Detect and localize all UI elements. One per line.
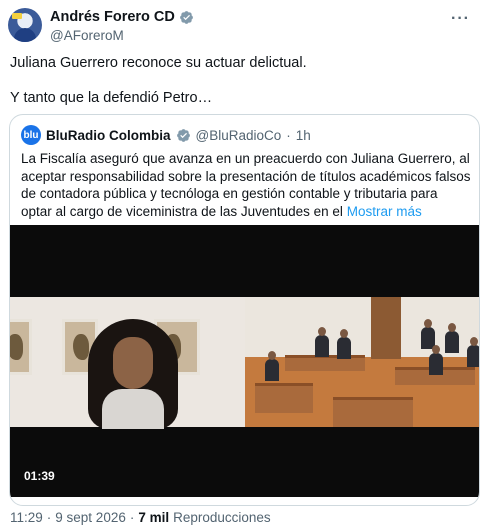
- verified-badge-icon: [176, 128, 190, 142]
- author-name[interactable]: Andrés Forero CD: [50, 9, 175, 25]
- avatar-figure: [14, 28, 36, 42]
- video-left-panel: [10, 297, 245, 429]
- courtroom-person: [337, 329, 351, 359]
- quoted-author-avatar[interactable]: blu: [21, 125, 41, 145]
- video-frame: [10, 297, 479, 429]
- tweet-meta: 11:29 · 9 sept 2026 · 7 mil Reproduccion…: [10, 510, 271, 525]
- tweet-text-line-1: Juliana Guerrero reconoce su actuar deli…: [10, 55, 307, 71]
- courtroom-person: [429, 345, 443, 375]
- verified-badge-icon: [179, 10, 193, 24]
- courtroom-desk: [285, 355, 365, 371]
- courtroom-person: [445, 323, 459, 353]
- courtroom-desk: [255, 383, 313, 413]
- speaker-body: [102, 389, 164, 429]
- quoted-tweet-header: blu BluRadio Colombia @BluRadioCo · 1h: [21, 125, 311, 145]
- courtroom-door: [371, 297, 401, 359]
- quoted-tweet[interactable]: blu BluRadio Colombia @BluRadioCo · 1h L…: [9, 114, 480, 506]
- post-date[interactable]: 9 sept 2026: [55, 510, 126, 525]
- tweet-header: Andrés Forero CD @AForeroM ···: [0, 0, 482, 50]
- courtroom-person: [315, 327, 329, 357]
- video-duration: 01:39: [24, 469, 55, 483]
- author-avatar[interactable]: [8, 8, 42, 42]
- more-options-icon[interactable]: ···: [451, 10, 470, 28]
- courtroom-desk: [333, 397, 413, 427]
- quoted-timestamp[interactable]: 1h: [296, 128, 311, 143]
- view-count: 7 mil: [138, 510, 170, 525]
- video-courtroom-panel: [245, 297, 479, 427]
- separator-dot: ·: [129, 510, 135, 525]
- post-time[interactable]: 11:29: [10, 510, 43, 525]
- quoted-author-handle[interactable]: @BluRadioCo: [196, 128, 282, 143]
- show-more-link[interactable]: Mostrar más: [347, 204, 422, 219]
- wall-painting: [10, 319, 32, 375]
- avatar-flag-badge: [12, 13, 22, 19]
- view-label: Reproducciones: [173, 510, 271, 525]
- speaker-face: [113, 337, 153, 389]
- quoted-tweet-text: La Fiscalía aseguró que avanza en un pre…: [21, 150, 471, 221]
- tweet-text-line-2: Y tanto que la defendió Petro…: [10, 90, 213, 106]
- video-player[interactable]: 01:39: [10, 225, 479, 497]
- quoted-author-name[interactable]: BluRadio Colombia: [46, 128, 171, 143]
- courtroom-person: [265, 351, 279, 381]
- separator-dot: ·: [286, 127, 291, 143]
- courtroom-person: [467, 337, 479, 367]
- author-handle[interactable]: @AForeroM: [50, 28, 124, 43]
- author-name-row: Andrés Forero CD: [50, 9, 194, 25]
- separator-dot: ·: [46, 510, 52, 525]
